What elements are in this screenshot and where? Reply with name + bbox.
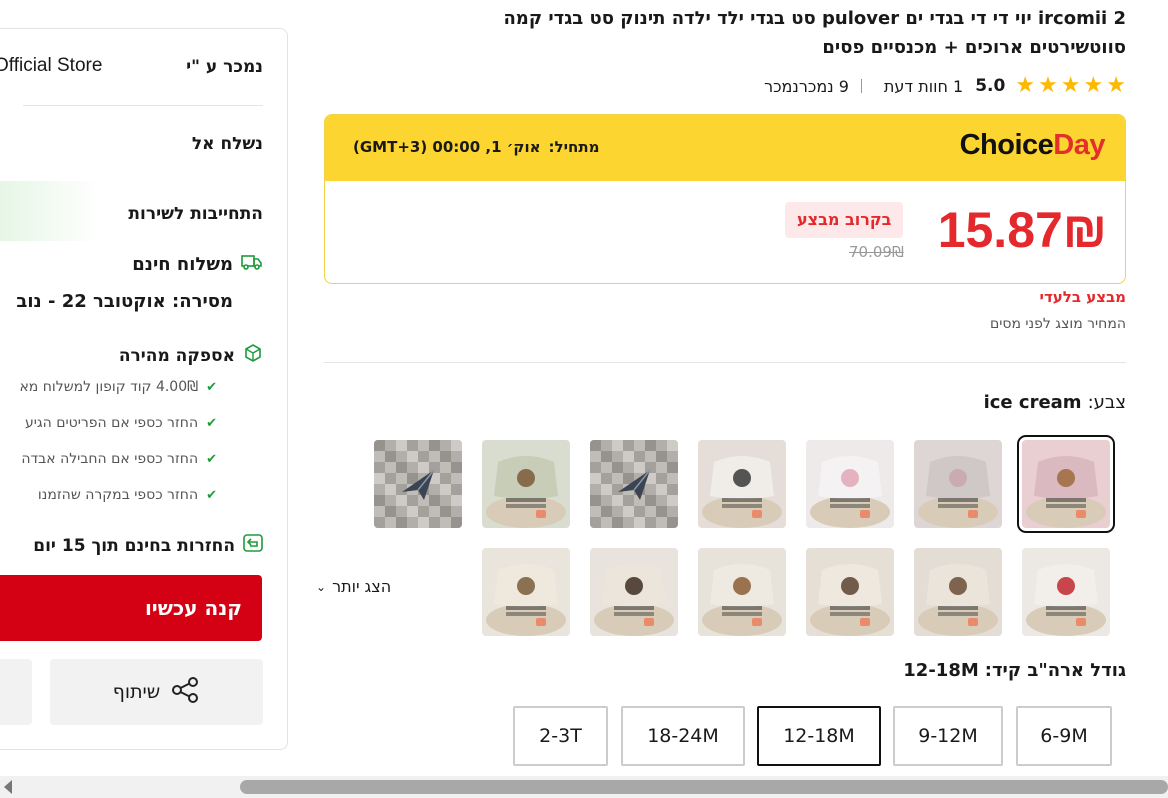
show-more-button[interactable]: הצג יותר ⌄ [316, 577, 391, 596]
horizontal-scrollbar[interactable] [0, 776, 1168, 798]
color-option-green-pear[interactable] [482, 440, 570, 528]
benefit-item: ✔ החזר כספי אם החבילה אבדה [21, 451, 217, 467]
color-label: צבע: ice cream [984, 392, 1126, 413]
scrollbar-thumb[interactable] [240, 780, 1168, 794]
sold-label: נמכרנמכר [764, 76, 834, 96]
ship-to[interactable]: נשלח אל [192, 134, 263, 154]
color-option-gray-pink[interactable] [914, 440, 1002, 528]
store-name-link[interactable]: Official Store [0, 55, 102, 77]
color-option-placeholder[interactable] [590, 440, 678, 528]
choice-day-banner: ChoiceDay מתחיל: אוק׳ 1, 00:00 (GMT+3) 1… [324, 114, 1126, 284]
fast-delivery-row: אספקה מהירה [119, 343, 263, 368]
choice-logo-part1: Choice [959, 129, 1054, 161]
show-more-label: הצג יותר [332, 577, 392, 596]
reviews-link[interactable]: 1 חוות דעת [884, 77, 963, 96]
product-title-line2: סווטשירטים ארוכים + מכנסיים פסים [822, 37, 1126, 58]
benefit-text: 4.00₪ קוד קופון למשלוח מא [19, 379, 199, 395]
free-returns-row: החזרות בחינם תוך 15 יום [33, 534, 263, 557]
buy-now-button[interactable]: קנה עכשיו [0, 575, 262, 641]
sidebar-divider [23, 105, 263, 106]
rating-stars: ★ ★ ★ ★ ★ [1015, 75, 1126, 97]
size-option-12-18m[interactable]: 12-18M [757, 706, 881, 766]
upcoming-sale-badge: בקרוב מבצע [785, 202, 904, 238]
choice-logo-part2: Day [1053, 129, 1105, 161]
choice-day-logo: ChoiceDay [959, 129, 1106, 162]
size-option-2-3t[interactable]: 2-3T [513, 706, 608, 766]
sold-number: 9 [838, 76, 849, 96]
service-commitment: התחייבות לשירות [128, 204, 263, 224]
check-icon: ✔ [206, 379, 217, 395]
share-label: שיתוף [112, 681, 161, 703]
rating-separator [860, 79, 862, 93]
color-label-key: צבע: [1087, 392, 1126, 413]
purchase-sidebar: נמכר ע "י Official Store נשלח אל התחייבו… [0, 28, 288, 750]
reviews-count: 1 [953, 76, 964, 96]
sold-by-row: נמכר ע "י [186, 57, 263, 77]
sold-by-label: נמכר ע "י [186, 57, 263, 77]
divider [324, 362, 1126, 363]
exclusive-deal: מבצע בלעדי [1039, 288, 1126, 306]
color-option-placeholder-2[interactable] [374, 440, 462, 528]
rating-value: 5.0 [975, 76, 1006, 96]
share-icon [170, 676, 200, 709]
product-title-line1: 2 ircomii יוי די די בגדי ים pulover סט ב… [503, 8, 1126, 29]
color-label-value: ice cream [983, 392, 1082, 413]
share-button[interactable]: שיתוף [50, 659, 263, 725]
benefit-text: החזר כספי במקרה שהזמנו [37, 487, 199, 503]
benefit-item: ✔ 4.00₪ קוד קופון למשלוח מא [19, 379, 217, 395]
tax-note: המחיר מוצג לפני מסים [989, 316, 1126, 332]
size-label: גודל ארה"ב קיד: 12-18M [903, 660, 1126, 681]
sale-start: מתחיל: אוק׳ 1, 00:00 (GMT+3) [353, 138, 599, 156]
rating-row: ★ ★ ★ ★ ★ 5.0 1 חוות דעת 9 נמכרנמכר [764, 74, 1126, 98]
check-icon: ✔ [206, 415, 217, 431]
thumbs-fade [440, 545, 464, 641]
star-icon: ★ [1015, 73, 1036, 98]
benefit-item: ✔ החזר כספי במקרה שהזמנו [38, 487, 217, 503]
add-to-cart-button[interactable] [0, 659, 32, 725]
color-option-dots[interactable] [590, 548, 678, 636]
benefit-item: ✔ החזר כספי אם הפריטים הגיע [25, 415, 217, 431]
check-icon: ✔ [206, 451, 217, 467]
free-shipping-label: משלוח חינם [132, 254, 233, 275]
star-icon: ★ [1106, 73, 1126, 98]
color-option-lion[interactable] [482, 548, 570, 636]
chevron-down-icon: ⌄ [316, 579, 327, 594]
scroll-left-arrow-icon[interactable] [4, 780, 12, 794]
size-option-9-12m[interactable]: 9-12M [893, 706, 1003, 766]
free-shipping-row: משלוח חינם [132, 253, 263, 276]
sale-start-value: אוק׳ 1, 00:00 (GMT+3) [353, 138, 541, 156]
buy-now-label: קנה עכשיו [144, 596, 242, 620]
delivery-date: מסירה: אוקטובר 22 - נוב [16, 291, 233, 312]
star-icon: ★ [1038, 73, 1058, 98]
star-icon: ★ [1083, 73, 1104, 98]
sold-count: 9 נמכרנמכר [764, 77, 849, 96]
color-option-white-pink[interactable] [806, 440, 894, 528]
current-price: 15.87₪ [937, 202, 1107, 258]
reviews-label: חוות דעת [883, 76, 948, 96]
color-option-bear[interactable] [914, 548, 1002, 636]
size-label-value: 12-18M [903, 660, 979, 681]
star-icon: ★ [1060, 73, 1081, 98]
size-option-6-9m[interactable]: 6-9M [1016, 706, 1112, 766]
truck-icon [241, 253, 263, 276]
color-option-white-stripes[interactable] [698, 440, 786, 528]
green-highlight [0, 181, 100, 241]
color-option-hedgehog[interactable] [698, 548, 786, 636]
color-option-dog[interactable] [806, 548, 894, 636]
color-option-ice-cream[interactable] [1017, 435, 1115, 533]
benefit-text: החזר כספי אם החבילה אבדה [21, 451, 199, 467]
return-icon [243, 534, 263, 557]
size-option-18-24m[interactable]: 18-24M [621, 706, 745, 766]
fast-delivery-label: אספקה מהירה [118, 345, 235, 366]
free-returns-label: החזרות בחינם תוך 15 יום [33, 535, 235, 556]
sale-start-label: מתחיל: [548, 138, 600, 156]
check-icon: ✔ [206, 487, 217, 503]
choice-header: ChoiceDay מתחיל: אוק׳ 1, 00:00 (GMT+3) [325, 115, 1125, 181]
box-icon [243, 343, 263, 368]
benefit-text: החזר כספי אם הפריטים הגיע [25, 415, 199, 431]
color-option-strawberry[interactable] [1022, 548, 1110, 636]
original-price: 70.09₪ [849, 243, 904, 261]
size-label-key: גודל ארה"ב קיד: [984, 660, 1126, 681]
